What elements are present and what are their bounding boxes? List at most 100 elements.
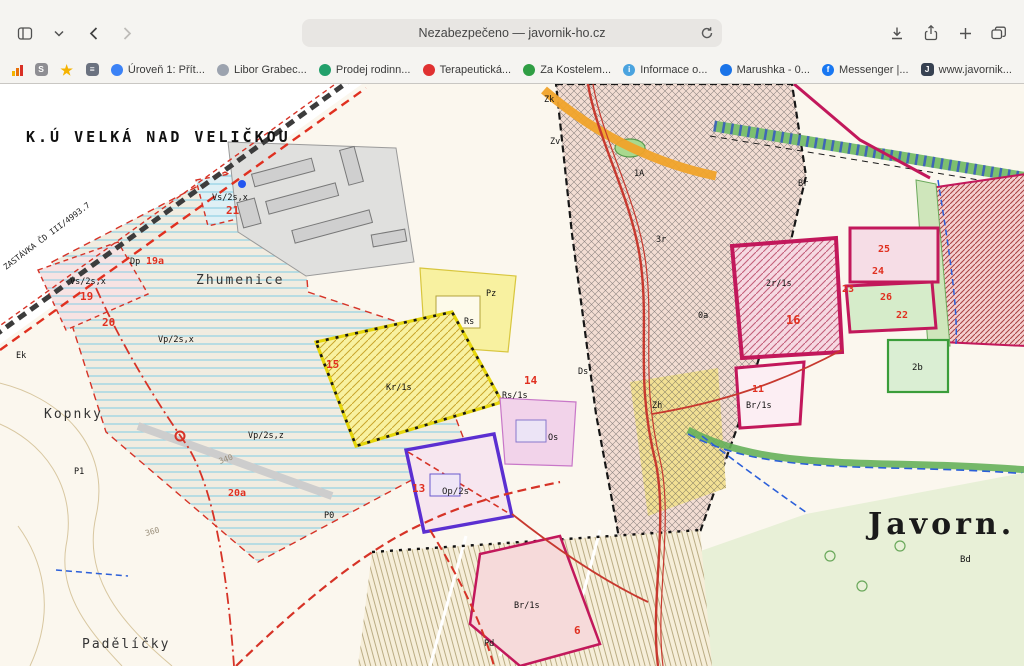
map-label: Zv — [550, 137, 560, 147]
map-label: Javorn. — [865, 507, 1015, 542]
favorite-item[interactable]: ★ — [60, 63, 74, 77]
map-label: Kr/1s — [386, 383, 412, 393]
favorite-label: Marushka - 0... — [737, 64, 810, 76]
map-label: Rs — [464, 317, 474, 327]
sidebar-toggle-button[interactable] — [10, 20, 40, 46]
map-label: Ds — [578, 367, 588, 377]
map-label: 15 — [326, 358, 339, 371]
map-label: P0 — [324, 511, 334, 521]
map-label: 21 — [226, 204, 240, 217]
favorite-item[interactable]: Úroveň 1: Přít... — [111, 64, 205, 76]
map-label: Vp/2s,x — [158, 335, 194, 345]
chevron-down-icon[interactable] — [44, 20, 74, 46]
map-label: Os — [548, 433, 558, 443]
favorite-label: Za Kostelem... — [540, 64, 611, 76]
map-label: Vs/2s,x — [212, 193, 248, 203]
map-label: Vp/2s,z — [248, 431, 284, 441]
map-label: 19a — [146, 256, 164, 267]
map-title: K.Ú VELKÁ NAD VELIČKOU — [26, 127, 291, 146]
favorite-item[interactable] — [12, 64, 23, 76]
map-label: Kopnky — [44, 407, 103, 422]
map-label: 3r — [656, 235, 666, 245]
favicon — [217, 64, 229, 76]
map-label: 25 — [878, 244, 890, 255]
toolbar-right-group — [882, 20, 1014, 46]
star-icon: ★ — [60, 63, 74, 77]
favorite-label: Informace o... — [640, 64, 707, 76]
map-label: Zhumenice — [196, 273, 284, 288]
blue-point-marker — [238, 180, 246, 188]
map-label: 11 — [752, 384, 764, 395]
favorite-item[interactable]: Za Kostelem... — [523, 64, 611, 76]
map-label: Br/1s — [514, 601, 540, 611]
reload-icon[interactable] — [700, 26, 714, 43]
zone-os-pink — [500, 398, 576, 466]
favorite-item[interactable]: S — [35, 63, 48, 76]
map-canvas[interactable]: K.Ú VELKÁ NAD VELIČKOU ZASTÁVKA ČD III/4… — [0, 84, 1024, 666]
map-label: 2r/1s — [766, 279, 792, 289]
share-button[interactable] — [916, 20, 946, 46]
favicon: ≡ — [86, 63, 99, 76]
favicon: i — [623, 64, 635, 76]
map-label: Zh — [652, 401, 662, 411]
favorite-item[interactable]: Jwww.javornik... — [921, 63, 1012, 76]
favorite-item[interactable]: Terapeutická... — [423, 64, 512, 76]
zone-16 — [732, 238, 842, 358]
map-label: Rs/1s — [502, 391, 528, 401]
map-label: Zk — [544, 95, 554, 105]
map-label: 19 — [80, 290, 93, 303]
map-label: 14 — [524, 374, 538, 387]
map-label: Vs/2s,x — [70, 277, 106, 287]
favorite-label: Libor Grabec... — [234, 64, 307, 76]
map-label: 2b — [912, 363, 923, 373]
address-text: Nezabezpečeno — javornik-ho.cz — [419, 26, 606, 40]
favicon — [720, 64, 732, 76]
map-label: Br/1s — [746, 401, 772, 411]
favorite-item[interactable]: Prodej rodinn... — [319, 64, 411, 76]
favorite-item[interactable]: Marushka - 0... — [720, 64, 810, 76]
map-label: 16 — [786, 313, 800, 327]
favorite-item[interactable]: Libor Grabec... — [217, 64, 307, 76]
toolbar-left-group — [10, 20, 142, 46]
map-label: 23 — [842, 284, 854, 295]
favorite-item[interactable]: i Informace o... — [623, 64, 707, 76]
map-label: Padělíčky — [82, 637, 170, 652]
favicon: S — [35, 63, 48, 76]
favicon: J — [921, 63, 934, 76]
map-label: Pz — [486, 289, 496, 299]
address-bar[interactable]: Nezabezpečeno — javornik-ho.cz — [302, 19, 722, 47]
favorite-label: Messenger |... — [839, 64, 909, 76]
map-label: Op/2s — [442, 487, 469, 497]
address-bar-wrap: Nezabezpečeno — javornik-ho.cz — [142, 19, 882, 47]
favorite-item[interactable]: f Messenger |... — [822, 64, 909, 76]
favorite-label: Úroveň 1: Přít... — [128, 64, 205, 76]
map-label: 24 — [872, 266, 884, 277]
map-label: Bd — [960, 555, 971, 565]
zone-11 — [736, 362, 804, 428]
favorite-label: www.javornik... — [939, 64, 1012, 76]
favorite-label: Terapeutická... — [440, 64, 512, 76]
map-label: 0a — [698, 311, 708, 321]
map-label: Br — [798, 179, 808, 189]
favicon — [423, 64, 435, 76]
downloads-button[interactable] — [882, 20, 912, 46]
favicon — [319, 64, 331, 76]
map-label: Ek — [16, 351, 26, 361]
back-button[interactable] — [78, 20, 108, 46]
forward-button[interactable] — [112, 20, 142, 46]
favicon: f — [822, 64, 834, 76]
map-label: Dp — [130, 257, 140, 267]
favorite-label: Prodej rodinn... — [336, 64, 411, 76]
favicon — [523, 64, 535, 76]
map-label: 6 — [574, 624, 581, 637]
map-label: P1 — [74, 467, 84, 477]
browser-toolbar: Nezabezpečeno — javornik-ho.cz — [0, 0, 1024, 56]
new-tab-button[interactable] — [950, 20, 980, 46]
favicon — [111, 64, 123, 76]
tab-overview-button[interactable] — [984, 20, 1014, 46]
map-area[interactable]: K.Ú VELKÁ NAD VELIČKOU ZASTÁVKA ČD III/4… — [0, 84, 1024, 666]
favorite-item[interactable]: ≡ — [86, 63, 99, 76]
favorites-bar: S ★ ≡ Úroveň 1: Přít... Libor Grabec... Prode… — [0, 56, 1024, 84]
map-label: 22 — [896, 310, 908, 321]
map-label: 26 — [880, 292, 892, 303]
